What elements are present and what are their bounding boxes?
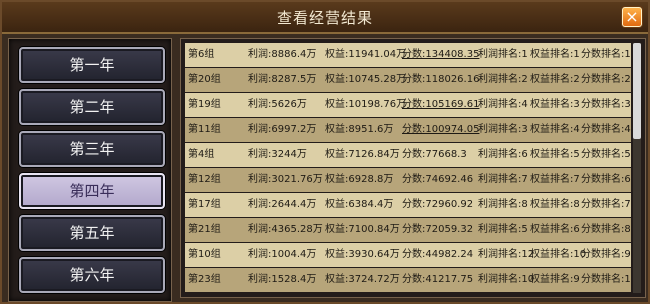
group-cell: 第20组 [188,74,221,85]
profit-cell: 利润:5626万 [248,99,307,110]
score-rank-cell: 分数排名:2 [581,74,631,85]
group-cell: 第21组 [188,224,221,235]
group-cell: 第4组 [188,149,215,160]
equity-cell: 权益:3724.72万 [325,274,400,285]
profit-cell: 利润:6997.2万 [248,124,317,135]
equity-rank-cell: 权益排名:6 [530,224,580,235]
profit-cell: 利润:1004.4万 [248,249,317,260]
title-bar: 查看经营结果 × [2,2,648,34]
profit-rank-cell: 利润排名:7 [478,174,528,185]
group-cell: 第10组 [188,249,221,260]
equity-rank-cell: 权益排名:7 [530,174,580,185]
score-cell: 分数:105169.61 [402,99,480,110]
profit-rank-cell: 利润排名:6 [478,149,528,160]
year-button-1[interactable]: 第一年 [19,47,165,83]
score-rank-cell: 分数排名:9 [581,249,631,260]
profit-cell: 利润:4365.28万 [248,224,323,235]
profit-rank-cell: 利润排名:10 [478,274,535,285]
equity-rank-cell: 权益排名:3 [530,99,580,110]
equity-cell: 权益:7126.84万 [325,149,400,160]
equity-cell: 权益:10745.28万 [325,74,407,85]
year-button-3[interactable]: 第三年 [19,131,165,167]
vertical-scrollbar[interactable] [633,43,641,293]
equity-rank-cell: 权益排名:5 [530,149,580,160]
table-row: 第19组 利润:5626万 权益:10198.76万 分数:105169.61 … [185,93,631,117]
year-button-2[interactable]: 第二年 [19,89,165,125]
score-rank-cell: 分数排名:4 [581,124,631,135]
table-row: 第12组 利润:3021.76万 权益:6928.8万 分数:74692.46 … [185,168,631,192]
profit-cell: 利润:3021.76万 [248,174,323,185]
year-list: 第一年 第二年 第三年 第四年 第五年 第六年 [8,38,172,302]
score-cell: 分数:41217.75 [402,274,474,285]
group-cell: 第19组 [188,99,221,110]
group-cell: 第12组 [188,174,221,185]
score-cell: 分数:72059.32 [402,224,474,235]
table-row: 第17组 利润:2644.4万 权益:6384.4万 分数:72960.92 利… [185,193,631,217]
profit-rank-cell: 利润排名:5 [478,224,528,235]
equity-rank-cell: 权益排名:9 [530,274,580,285]
profit-cell: 利润:8287.5万 [248,74,317,85]
score-cell: 分数:74692.46 [402,174,474,185]
table-row: 第6组 利润:8886.4万 权益:11941.04万 分数:134408.35… [185,43,631,67]
profit-rank-cell: 利润排名:4 [478,99,528,110]
score-cell: 分数:100974.05 [402,124,480,135]
equity-rank-cell: 权益排名:8 [530,199,580,210]
close-icon[interactable]: × [622,7,642,27]
result-panel: 第6组 利润:8886.4万 权益:11941.04万 分数:134408.35… [180,38,646,298]
score-rank-cell: 分数排名:6 [581,174,631,185]
table-row: 第23组 利润:1528.4万 权益:3724.72万 分数:41217.75 … [185,268,631,292]
year-button-6[interactable]: 第六年 [19,257,165,293]
equity-cell: 权益:7100.84万 [325,224,400,235]
result-dialog: 查看经营结果 × 第一年 第二年 第三年 第四年 第五年 第六年 第6组 利润:… [0,0,650,304]
group-cell: 第6组 [188,49,215,60]
scrollbar-thumb[interactable] [633,43,641,139]
profit-cell: 利润:2644.4万 [248,199,317,210]
profit-rank-cell: 利润排名:3 [478,124,528,135]
dialog-title: 查看经营结果 [276,9,373,27]
equity-rank-cell: 权益排名:2 [530,74,580,85]
table-row: 第20组 利润:8287.5万 权益:10745.28万 分数:118026.1… [185,68,631,92]
score-cell: 分数:44982.24 [402,249,474,260]
score-rank-cell: 分数排名:8 [581,224,631,235]
score-rank-cell: 分数排名:1 [581,49,631,60]
profit-rank-cell: 利润排名:2 [478,74,528,85]
group-cell: 第11组 [188,124,221,135]
profit-cell: 利润:1528.4万 [248,274,317,285]
equity-rank-cell: 权益排名:4 [530,124,580,135]
score-cell: 分数:72960.92 [402,199,474,210]
year-button-5[interactable]: 第五年 [19,215,165,251]
profit-rank-cell: 利润排名:1 [478,49,528,60]
table-row: 第4组 利润:3244万 权益:7126.84万 分数:77668.3 利润排名… [185,143,631,167]
profit-rank-cell: 利润排名:12 [478,249,535,260]
table-row: 第11组 利润:6997.2万 权益:8951.6万 分数:100974.05 … [185,118,631,142]
score-rank-cell: 分数排名:10 [581,274,631,285]
profit-cell: 利润:8886.4万 [248,49,317,60]
result-table: 第6组 利润:8886.4万 权益:11941.04万 分数:134408.35… [185,43,631,293]
equity-cell: 权益:6384.4万 [325,199,394,210]
equity-cell: 权益:11941.04万 [325,49,407,60]
year-button-4[interactable]: 第四年 [19,173,165,209]
equity-rank-cell: 权益排名:1 [530,49,580,60]
equity-cell: 权益:10198.76万 [325,99,407,110]
score-rank-cell: 分数排名:7 [581,199,631,210]
score-cell: 分数:118026.16 [402,74,480,85]
group-cell: 第17组 [188,199,221,210]
group-cell: 第23组 [188,274,221,285]
equity-cell: 权益:8951.6万 [325,124,394,135]
score-cell: 分数:77668.3 [402,149,467,160]
profit-rank-cell: 利润排名:8 [478,199,528,210]
score-rank-cell: 分数排名:5 [581,149,631,160]
equity-cell: 权益:6928.8万 [325,174,394,185]
equity-rank-cell: 权益排名:10 [530,249,587,260]
score-cell: 分数:134408.35 [402,49,480,60]
table-row: 第10组 利润:1004.4万 权益:3930.64万 分数:44982.24 … [185,243,631,267]
table-row: 第21组 利润:4365.28万 权益:7100.84万 分数:72059.32… [185,218,631,242]
equity-cell: 权益:3930.64万 [325,249,400,260]
profit-cell: 利润:3244万 [248,149,307,160]
score-rank-cell: 分数排名:3 [581,99,631,110]
